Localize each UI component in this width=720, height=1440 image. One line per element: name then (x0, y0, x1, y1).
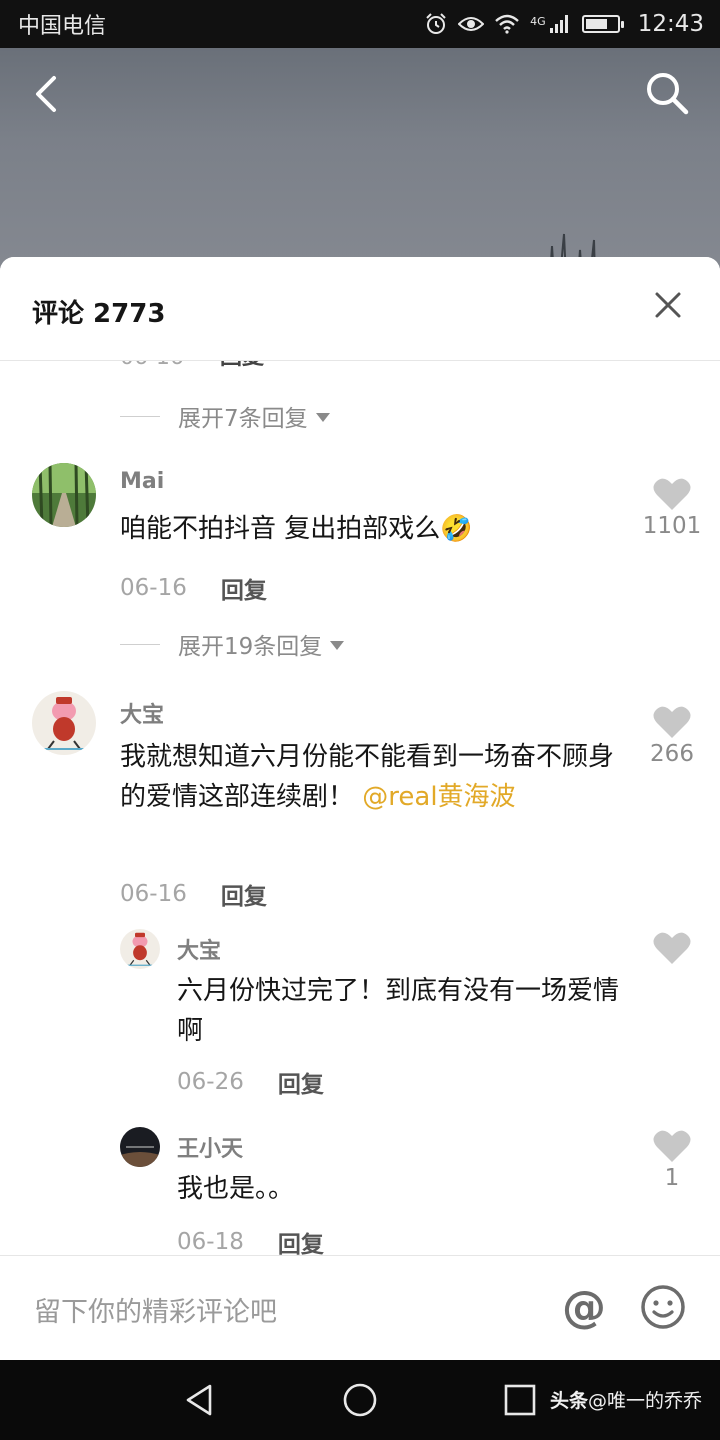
mention-at-button[interactable]: @ (560, 1284, 608, 1332)
network-type-label: 4G (530, 15, 546, 28)
reply-meta: 06-18 回复 (177, 1225, 324, 1255)
comment-date: 06-16 (120, 881, 187, 907)
reply-button[interactable]: 回复 (278, 1225, 324, 1255)
circle-home-icon[interactable] (342, 1382, 378, 1418)
reply-text: 我也是。。 (177, 1174, 295, 1204)
avatar[interactable] (32, 463, 96, 527)
watermark-user: @唯一的乔乔 (587, 1390, 702, 1412)
comment-item: 大宝 我就想知道六月份能不能看到一场奋不顾身的爱情这部连续剧！ @real黄海波… (0, 689, 720, 919)
watermark: 头条@唯一的乔乔 (550, 1386, 702, 1413)
search-icon[interactable] (644, 70, 690, 116)
reply-text: 六月份快过完了！到底有没有一场爱情啊 (177, 976, 620, 1046)
like-button[interactable] (642, 931, 702, 967)
comment-item: Mai 咱能不拍抖音 复出拍部戏么🤣 06-16 回复 1101 (0, 461, 720, 611)
triangle-back-icon[interactable] (182, 1382, 218, 1418)
smiley-icon[interactable] (640, 1284, 686, 1330)
comment-text: 咱能不拍抖音 复出拍部戏么🤣 (120, 509, 620, 549)
watermark-brand: 头条 (549, 1390, 588, 1412)
like-count: 1101 (642, 513, 702, 539)
comment-count-title: 评论 2773 (32, 299, 166, 329)
comment-sheet: 评论 2773 06-16回复 展开7条回复 Mai 咱能不拍抖音 复出拍 (0, 257, 720, 1360)
square-recents-icon[interactable] (502, 1382, 538, 1418)
like-button[interactable]: 1 (642, 1129, 702, 1191)
caret-down-icon (315, 412, 330, 422)
expand-replies-label: 展开19条回复 (178, 634, 323, 660)
user-mention-link[interactable]: @real黄海波 (362, 782, 515, 812)
reply-username[interactable]: 王小天 (177, 1131, 243, 1163)
heart-icon (653, 478, 691, 510)
expand-replies-button[interactable]: 展开19条回复 (120, 627, 345, 661)
alarm-icon (426, 13, 446, 34)
reply-button[interactable]: 回复 (220, 361, 264, 370)
reply-date: 06-18 (177, 1229, 244, 1255)
reply-item: 大宝 六月份快过完了！到底有没有一场爱情啊 06-26 回复 (0, 927, 720, 1107)
comment-text: 我就想知道六月份能不能看到一场奋不顾身的爱情这部连续剧！ @real黄海波 (120, 737, 620, 817)
partial-comment-meta: 06-16 回复 (120, 361, 264, 371)
avatar[interactable] (120, 929, 160, 969)
heart-icon (653, 706, 691, 738)
close-icon[interactable] (654, 291, 682, 319)
like-count: 1 (664, 1165, 680, 1191)
clock: 12:43 (637, 11, 704, 37)
comment-list[interactable]: 06-16 回复 展开7条回复 Mai 咱能不拍抖音 复出拍部戏么🤣 06-16 … (0, 361, 720, 1255)
status-icons: 4G 12:43 (424, 11, 704, 37)
reply-date: 06-26 (177, 1069, 244, 1095)
reply-button[interactable]: 回复 (278, 1065, 324, 1099)
expand-replies-label: 展开7条回复 (178, 406, 308, 432)
wifi-icon (495, 14, 519, 34)
avatar[interactable] (120, 1127, 160, 1167)
comment-username[interactable]: 大宝 (120, 697, 164, 729)
cellular-signal-icon: 4G (530, 15, 568, 33)
comment-input-bar: 留下你的精彩评论吧 @ (0, 1255, 720, 1360)
reply-username[interactable]: 大宝 (177, 933, 221, 965)
video-background (0, 48, 720, 278)
reply-item: 王小天 我也是。。 06-18 回复 1 (0, 1125, 720, 1255)
reply-button[interactable]: 回复 (221, 571, 267, 605)
comment-date: 06-16 (120, 361, 184, 370)
comment-date: 06-16 (120, 575, 187, 601)
expand-replies-button[interactable]: 展开7条回复 (120, 399, 330, 433)
system-nav-bar: 头条@唯一的乔乔 (0, 1360, 720, 1440)
chevron-left-icon[interactable] (26, 72, 70, 116)
carrier-label: 中国电信 (18, 14, 107, 39)
comment-input[interactable]: 留下你的精彩评论吧 (34, 1290, 277, 1329)
status-bar: 中国电信 4G 12:43 (0, 0, 720, 48)
laughing-emoji: 🤣 (440, 514, 473, 544)
avatar[interactable] (32, 691, 96, 755)
like-count: 266 (650, 741, 694, 767)
like-button[interactable]: 1101 (642, 477, 702, 539)
eye-icon (458, 17, 485, 31)
like-button[interactable]: 266 (642, 705, 702, 767)
comment-text-body: 咱能不拍抖音 复出拍部戏么 (120, 514, 441, 544)
comment-sheet-header: 评论 2773 (0, 257, 720, 361)
caret-down-icon (330, 640, 345, 650)
heart-icon (653, 1130, 691, 1162)
reply-meta: 06-26 回复 (177, 1065, 324, 1099)
comment-meta: 06-16 回复 (120, 571, 267, 605)
battery-icon (581, 15, 624, 33)
heart-icon (653, 932, 691, 964)
reply-button[interactable]: 回复 (221, 877, 267, 911)
comment-meta: 06-16 回复 (120, 877, 267, 911)
comment-username[interactable]: Mai (120, 469, 164, 494)
